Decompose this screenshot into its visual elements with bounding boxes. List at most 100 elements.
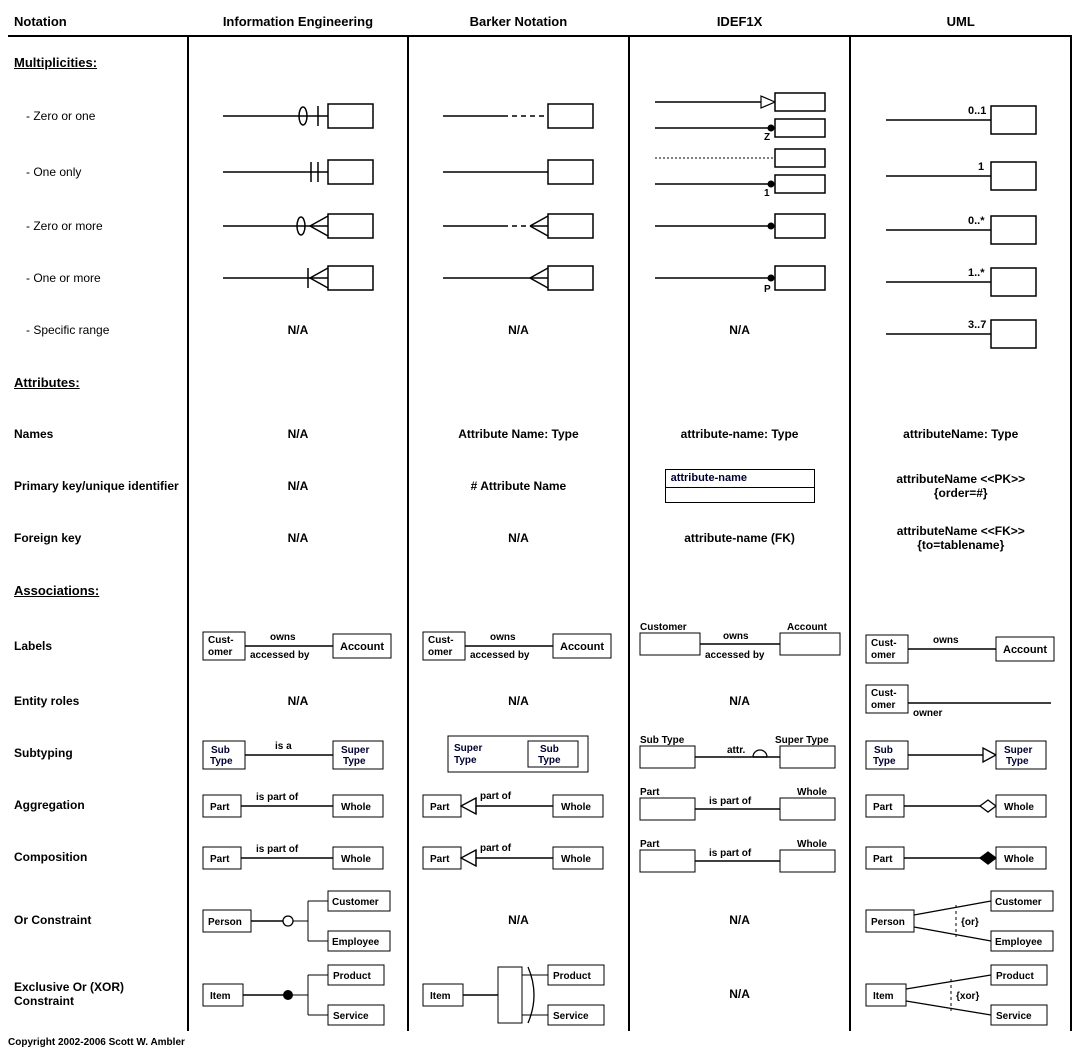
col-idef: IDEF1X — [629, 8, 851, 36]
svg-text:Sub: Sub — [540, 744, 559, 755]
idef-agg-icon: Part is part of Whole — [635, 783, 845, 828]
svg-text:owns: owns — [270, 632, 296, 643]
svg-text:part of: part of — [480, 843, 512, 854]
uml-subtype-icon: Sub Type Super Type — [861, 731, 1061, 776]
svg-text:Type: Type — [538, 755, 561, 766]
col-barker: Barker Notation — [408, 8, 629, 36]
svg-text:1: 1 — [978, 161, 984, 173]
row-attr-fk: Foreign key N/A N/A attribute-name (FK) … — [8, 512, 1071, 564]
row-subtyping: Subtyping Sub Type is a Super Type Super — [8, 727, 1071, 779]
copyright-text: Copyright 2002-2006 Scott W. Ambler — [8, 1037, 1072, 1048]
uml-or-icon: Person {or} Customer Employee — [861, 885, 1061, 955]
svg-text:attr.: attr. — [727, 745, 746, 756]
row-aggregation: Aggregation Part is part of Whole Part — [8, 779, 1071, 831]
svg-text:Item: Item — [873, 991, 894, 1002]
notation-comparison-table: Notation Information Engineering Barker … — [8, 8, 1072, 1031]
ie-one-more-icon — [213, 258, 383, 298]
uml-comp-icon: Part Whole — [861, 837, 1061, 877]
svg-text:Cust-: Cust- — [208, 635, 234, 646]
svg-text:{or}: {or} — [961, 917, 979, 928]
svg-text:Whole: Whole — [561, 854, 591, 865]
svg-text:omer: omer — [428, 647, 453, 658]
svg-text:Product: Product — [996, 971, 1034, 982]
svg-text:omer: omer — [871, 650, 896, 661]
svg-text:is part of: is part of — [256, 844, 299, 855]
barker-comp-icon: Part part of Whole — [418, 837, 618, 877]
svg-text:{xor}: {xor} — [956, 991, 979, 1002]
svg-text:Sub Type: Sub Type — [640, 735, 685, 746]
svg-text:owns: owns — [933, 635, 959, 646]
svg-text:Part: Part — [873, 854, 893, 865]
svg-text:Cust-: Cust- — [871, 688, 897, 699]
svg-text:is part of: is part of — [256, 792, 299, 803]
svg-text:Product: Product — [333, 971, 371, 982]
ie-subtype-icon: Sub Type is a Super Type — [198, 731, 398, 776]
svg-text:Super Type: Super Type — [775, 735, 829, 746]
svg-text:Whole: Whole — [1004, 854, 1034, 865]
svg-text:is a: is a — [275, 741, 292, 752]
svg-text:owner: owner — [913, 708, 943, 719]
idef-zero-more-icon — [645, 206, 835, 246]
barker-zero-one-icon — [433, 96, 603, 136]
svg-text:Part: Part — [430, 802, 450, 813]
svg-text:Service: Service — [333, 1011, 369, 1022]
svg-text:Part: Part — [640, 839, 660, 850]
svg-text:Whole: Whole — [341, 802, 371, 813]
row-attr-names: Names N/A Attribute Name: Type attribute… — [8, 408, 1071, 460]
row-attr-pk: Primary key/unique identifier N/A # Attr… — [8, 460, 1071, 512]
svg-text:0..1: 0..1 — [968, 105, 986, 117]
svg-text:Item: Item — [430, 991, 451, 1002]
row-specific-range: - Specific range N/A N/A N/A 3..7 — [8, 304, 1071, 356]
row-zero-or-one: - Zero or one — [8, 88, 1071, 144]
svg-text:Type: Type — [210, 756, 233, 767]
svg-text:Account: Account — [787, 622, 828, 633]
idef-labels-icon: Customer owns accessed by Account — [635, 618, 845, 673]
idef-one-more-icon: P — [645, 258, 835, 298]
svg-text:Customer: Customer — [995, 897, 1042, 908]
row-one-or-more: - One or more — [8, 252, 1071, 304]
svg-text:Account: Account — [1003, 644, 1047, 656]
svg-text:is part of: is part of — [709, 796, 752, 807]
barker-xor-icon: Item Product Service — [418, 959, 618, 1029]
svg-text:Customer: Customer — [640, 622, 687, 633]
col-notation: Notation — [8, 8, 188, 36]
svg-text:1: 1 — [764, 188, 770, 198]
svg-text:Super: Super — [454, 743, 482, 754]
svg-text:Part: Part — [430, 854, 450, 865]
svg-text:Person: Person — [208, 917, 242, 928]
ie-one-only-icon — [213, 152, 383, 192]
svg-text:1..*: 1..* — [968, 267, 985, 279]
row-roles: Entity roles N/A N/A N/A Cust- omer owne… — [8, 675, 1071, 727]
svg-text:owns: owns — [490, 632, 516, 643]
svg-text:Person: Person — [871, 917, 905, 928]
svg-text:omer: omer — [871, 700, 896, 711]
svg-text:Cust-: Cust- — [871, 638, 897, 649]
row-xor: Exclusive Or (XOR) Constraint Item Produ… — [8, 957, 1071, 1031]
idef-comp-icon: Part is part of Whole — [635, 835, 845, 880]
row-composition: Composition Part is part of Whole Part — [8, 831, 1071, 883]
svg-text:Item: Item — [210, 991, 231, 1002]
ie-zero-more-icon — [213, 206, 383, 246]
svg-text:Whole: Whole — [797, 839, 827, 850]
svg-text:is part of: is part of — [709, 848, 752, 859]
svg-text:Account: Account — [560, 641, 604, 653]
idef-one-only-icon: 1 — [645, 146, 835, 198]
section-multiplicities: Multiplicities: — [8, 36, 188, 88]
row-zero-or-more: - Zero or more — [8, 200, 1071, 252]
svg-text:Cust-: Cust- — [428, 635, 454, 646]
svg-text:Whole: Whole — [797, 787, 827, 798]
idef-pk-box: attribute-name — [665, 469, 815, 503]
uml-labels-icon: Cust- omer owns Account — [861, 621, 1061, 671]
svg-text:Sub: Sub — [211, 745, 230, 756]
col-ie: Information Engineering — [188, 8, 409, 36]
svg-text:accessed by: accessed by — [250, 650, 310, 661]
svg-text:Part: Part — [210, 854, 230, 865]
svg-text:0..*: 0..* — [968, 215, 985, 227]
uml-agg-icon: Part Whole — [861, 785, 1061, 825]
uml-zero-more-icon: 0..* — [876, 206, 1046, 246]
section-attributes: Attributes: — [8, 356, 188, 408]
uml-xor-icon: Item {xor} Product Service — [861, 959, 1061, 1029]
svg-text:Type: Type — [454, 755, 477, 766]
row-one-only: - One only — [8, 144, 1071, 200]
uml-one-only-icon: 1 — [876, 152, 1046, 192]
